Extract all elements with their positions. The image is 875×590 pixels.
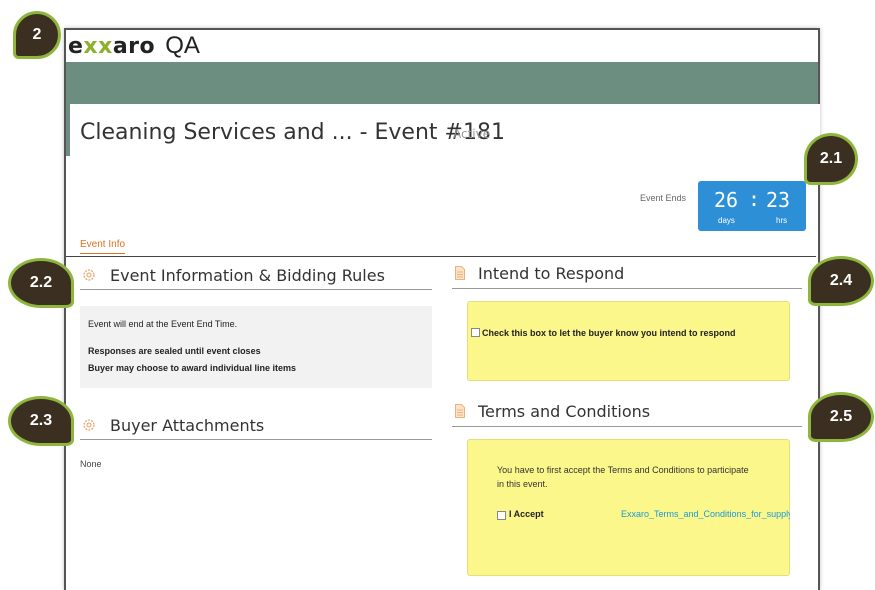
intend-rule — [452, 288, 802, 289]
gear-icon — [83, 269, 95, 281]
gear-icon — [83, 419, 95, 431]
countdown-days: 26 — [714, 188, 739, 212]
callout-badge: 2 — [13, 11, 61, 59]
event-info-line: Responses are sealed until event closes — [88, 346, 261, 356]
tab-divider — [66, 256, 816, 257]
countdown-hours: 23 — [766, 188, 791, 212]
terms-message: You have to first accept the Terms and C… — [497, 465, 749, 489]
tab-event-info[interactable]: Event Info — [80, 239, 126, 254]
callout-badge: 2.1 — [804, 133, 858, 185]
event-info-rule — [80, 289, 432, 290]
event-info-line: Buyer may choose to award individual lin… — [88, 363, 297, 373]
callout-badge: 2.2 — [8, 258, 74, 308]
event-info-heading: Event Information & Bidding Rules — [110, 266, 385, 285]
callout-badge: 2.3 — [8, 396, 74, 446]
terms-heading: Terms and Conditions — [478, 402, 651, 421]
event-status: Active — [453, 127, 491, 141]
terms-document-link[interactable]: Exxaro_Terms_and_Conditions_for_supply — [621, 509, 790, 519]
attachments-heading: Buyer Attachments — [110, 416, 265, 435]
event-title: Cleaning Services and ... - Event #181 — [80, 120, 505, 145]
accept-label: I Accept — [509, 509, 544, 519]
event-ends-label: Event Ends — [640, 193, 687, 203]
attachments-value: None — [80, 459, 102, 469]
countdown-days-label: days — [718, 216, 735, 225]
callout-badge: 2.5 — [808, 392, 874, 442]
app-logo: exxaro QA — [68, 32, 200, 59]
terms-panel — [467, 439, 790, 576]
countdown-timer: 26 : 23 days hrs — [698, 181, 806, 231]
countdown-hours-label: hrs — [776, 216, 788, 225]
event-info-line: Event will end at the Event End Time. — [88, 319, 238, 329]
intend-heading: Intend to Respond — [478, 264, 625, 283]
document-icon — [455, 404, 465, 418]
intend-checkbox[interactable] — [471, 328, 480, 337]
event-info-panel: Event will end at the Event End Time. Re… — [80, 306, 432, 388]
countdown-separator: : — [748, 187, 761, 211]
app-environment-label: QA — [165, 32, 200, 59]
callout-badge: 2.4 — [808, 256, 874, 306]
document-icon — [455, 266, 465, 280]
accept-checkbox[interactable] — [497, 511, 506, 520]
intend-panel — [467, 301, 790, 381]
terms-rule — [452, 426, 802, 427]
intend-checkbox-label: Check this box to let the buyer know you… — [482, 328, 736, 338]
header-bar — [66, 62, 818, 104]
attachments-rule — [80, 439, 432, 440]
